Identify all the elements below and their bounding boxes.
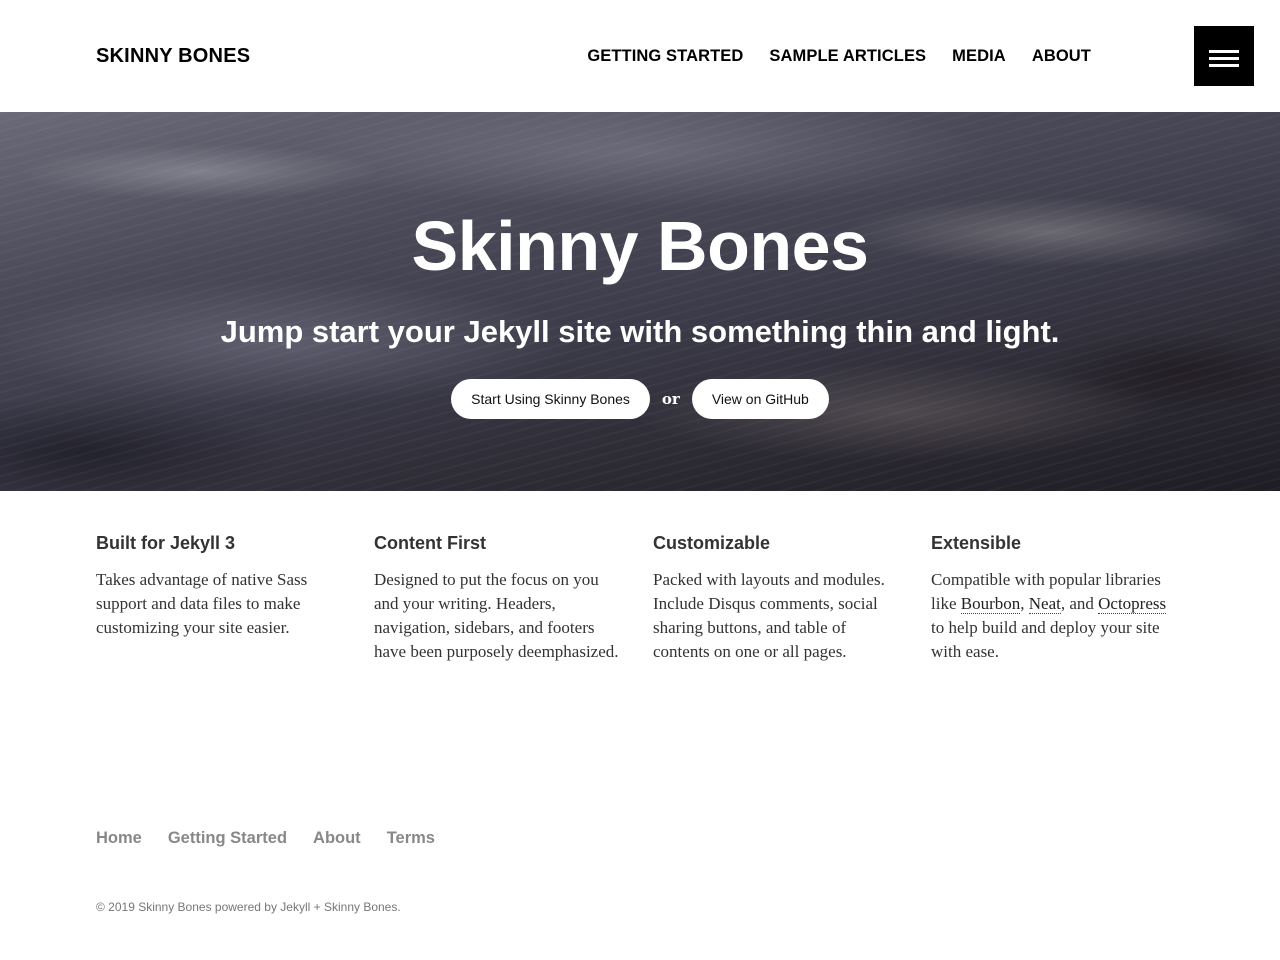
copyright-notice: © 2019 Skinny Bones powered by Jekyll + … bbox=[96, 900, 401, 914]
footer-link-getting-started[interactable]: Getting Started bbox=[168, 827, 287, 849]
link-bourbon[interactable]: Bourbon bbox=[960, 594, 1021, 614]
nav-link-about[interactable]: ABOUT bbox=[1032, 46, 1091, 66]
feature-extensible: Extensible Compatible with popular libra… bbox=[931, 531, 1181, 664]
start-using-button[interactable]: Start Using Skinny Bones bbox=[451, 379, 650, 419]
nav-link-media[interactable]: MEDIA bbox=[952, 46, 1006, 66]
site-title-link[interactable]: SKINNY BONES bbox=[96, 44, 250, 68]
feature-title: Extensible bbox=[931, 533, 1022, 553]
or-separator: or bbox=[661, 390, 680, 408]
top-nav: GETTING STARTED SAMPLE ARTICLES MEDIA AB… bbox=[587, 46, 1091, 66]
site-header: SKINNY BONES GETTING STARTED SAMPLE ARTI… bbox=[0, 0, 1280, 112]
feature-title: Built for Jekyll 3 bbox=[96, 533, 236, 553]
hero-actions: Start Using Skinny Bones or View on GitH… bbox=[0, 379, 1280, 419]
link-octopress[interactable]: Octopress bbox=[1098, 594, 1167, 614]
feature-title: Content First bbox=[374, 533, 486, 553]
footer-link-home[interactable]: Home bbox=[96, 827, 142, 849]
nav-link-getting-started[interactable]: GETTING STARTED bbox=[587, 46, 743, 66]
footer-link-about[interactable]: About bbox=[313, 827, 361, 849]
footer-link-terms[interactable]: Terms bbox=[387, 827, 435, 849]
feature-text: Packed with layouts and modules. Include… bbox=[653, 570, 885, 661]
feature-built-for-jekyll: Built for Jekyll 3 Takes advantage of na… bbox=[96, 531, 346, 640]
text-separator: , bbox=[1020, 594, 1029, 613]
hero-banner: Skinny Bones Jump start your Jekyll site… bbox=[0, 112, 1280, 491]
text-separator: , and bbox=[1060, 594, 1099, 613]
footer-nav: Home Getting Started About Terms bbox=[96, 827, 435, 849]
link-neat[interactable]: Neat bbox=[1028, 594, 1061, 614]
view-on-github-button[interactable]: View on GitHub bbox=[691, 379, 829, 419]
feature-text: Compatible with popular libraries like B… bbox=[931, 568, 1181, 664]
menu-toggle-button[interactable] bbox=[1194, 26, 1254, 86]
feature-text-end: to help build and deploy your site with … bbox=[931, 618, 1160, 661]
feature-text: Takes advantage of native Sass support a… bbox=[96, 570, 308, 637]
hero-title: Skinny Bones bbox=[411, 207, 869, 285]
feature-customizable: Customizable Packed with layouts and mod… bbox=[653, 531, 903, 664]
hero-subtitle: Jump start your Jekyll site with somethi… bbox=[220, 314, 1060, 349]
feature-title: Customizable bbox=[653, 533, 771, 553]
nav-link-sample-articles[interactable]: SAMPLE ARTICLES bbox=[769, 46, 926, 66]
feature-text: Designed to put the focus on you and you… bbox=[374, 570, 619, 661]
feature-content-first: Content First Designed to put the focus … bbox=[374, 531, 624, 664]
